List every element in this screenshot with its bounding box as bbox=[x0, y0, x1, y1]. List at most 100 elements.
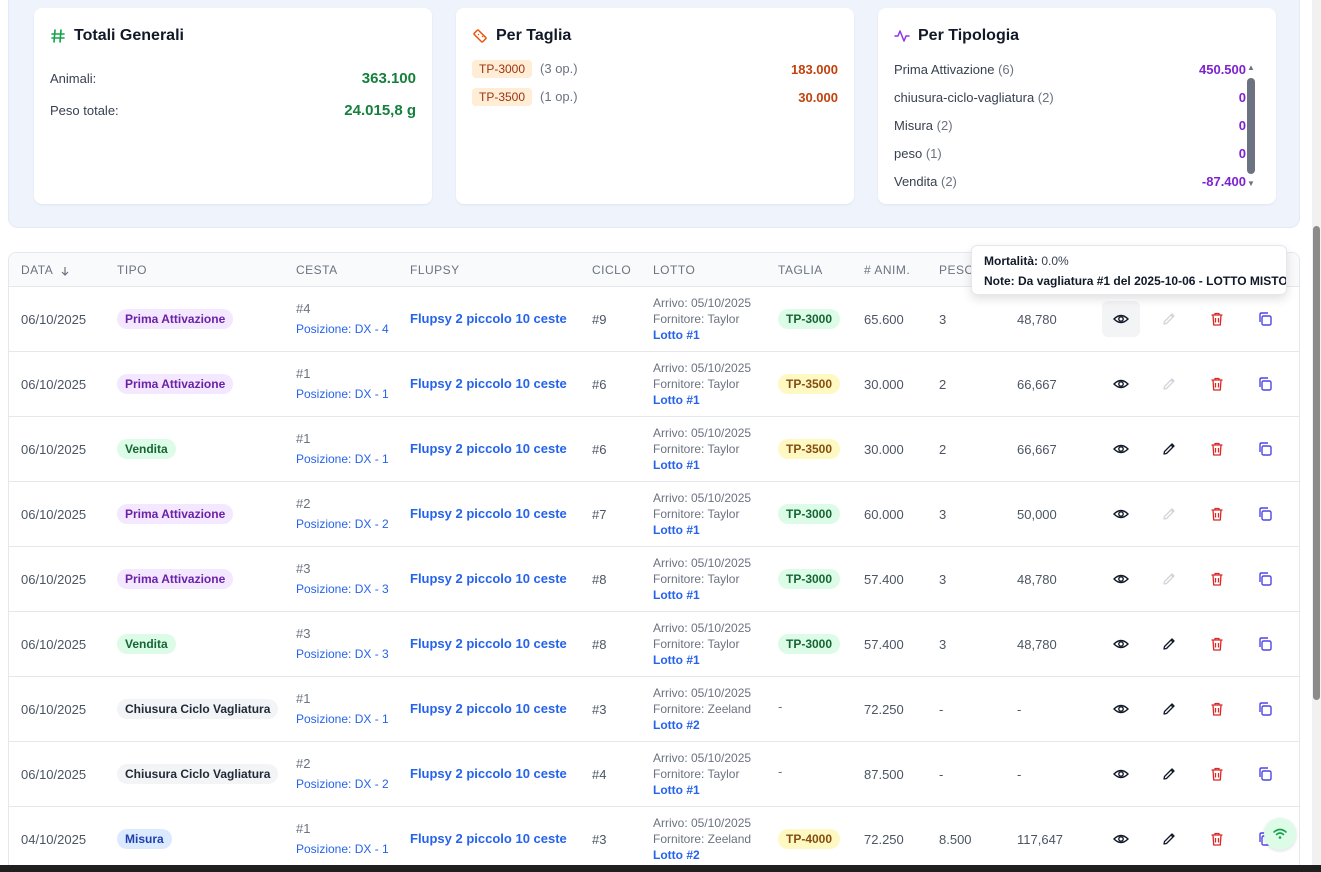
lot-link[interactable]: Lotto #2 bbox=[653, 717, 751, 733]
copy-icon[interactable] bbox=[1246, 691, 1284, 727]
copy-icon[interactable] bbox=[1246, 561, 1284, 597]
table-row[interactable]: 06/10/2025 Prima Attivazione #1 Posizione: … bbox=[9, 352, 1299, 417]
flupsy-link[interactable]: Flupsy 2 piccolo 10 ceste bbox=[410, 506, 567, 521]
by-size-card-title: Per Taglia bbox=[472, 27, 571, 45]
eye-icon[interactable] bbox=[1102, 366, 1140, 402]
copy-icon[interactable] bbox=[1246, 431, 1284, 467]
flupsy-link[interactable]: Flupsy 2 piccolo 10 ceste bbox=[410, 311, 567, 326]
lot-link[interactable]: Lotto #1 bbox=[653, 327, 751, 343]
lot-link[interactable]: Lotto #1 bbox=[653, 587, 751, 603]
basket-position[interactable]: Posizione: DX - 1 bbox=[296, 387, 389, 401]
eye-icon[interactable] bbox=[1102, 756, 1140, 792]
lot-link[interactable]: Lotto #1 bbox=[653, 782, 751, 798]
trash-icon[interactable] bbox=[1198, 821, 1236, 857]
pencil-icon[interactable] bbox=[1150, 821, 1188, 857]
flupsy-link[interactable]: Flupsy 2 piccolo 10 ceste bbox=[410, 636, 567, 651]
table-row[interactable]: 06/10/2025 Prima Attivazione #3 Posizione: … bbox=[9, 547, 1299, 612]
trash-icon[interactable] bbox=[1198, 691, 1236, 727]
flupsy-link[interactable]: Flupsy 2 piccolo 10 ceste bbox=[410, 441, 567, 456]
column-header-date[interactable]: DATA bbox=[21, 253, 70, 287]
basket-position[interactable]: Posizione: DX - 2 bbox=[296, 517, 389, 531]
row-tooltip: Mortalità: 0.0% Note: Da vagliatura #1 d… bbox=[971, 245, 1287, 295]
table-row[interactable]: 06/10/2025 Prima Attivazione #2 Posizione: … bbox=[9, 482, 1299, 547]
eye-icon[interactable] bbox=[1102, 301, 1140, 337]
page-scrollbar-thumb[interactable] bbox=[1313, 226, 1320, 700]
size-cell: TP-3000 bbox=[778, 504, 841, 524]
basket-position[interactable]: Posizione: DX - 1 bbox=[296, 712, 389, 726]
type-name: Prima Attivazione bbox=[894, 62, 995, 77]
scroll-up-icon[interactable]: ▲ bbox=[1246, 64, 1256, 72]
animals-cell: 57.400 bbox=[864, 572, 904, 587]
table-row[interactable]: 06/10/2025 Chiusura Ciclo Vagliatura #1 Pos… bbox=[9, 677, 1299, 742]
trash-icon[interactable] bbox=[1198, 366, 1236, 402]
basket-position[interactable]: Posizione: DX - 1 bbox=[296, 452, 389, 466]
pencil-icon[interactable] bbox=[1150, 431, 1188, 467]
trash-icon[interactable] bbox=[1198, 561, 1236, 597]
copy-icon[interactable] bbox=[1246, 301, 1284, 337]
size-value: 183.000 bbox=[791, 61, 838, 77]
by-type-card-title: Per Tipologia bbox=[894, 27, 1019, 45]
weight-cell: - bbox=[939, 767, 944, 782]
table-row[interactable]: 06/10/2025 Chiusura Ciclo Vagliatura #2 Pos… bbox=[9, 742, 1299, 807]
lot-cell: Arrivo: 05/10/2025 Fornitore: Taylor Lotto… bbox=[653, 620, 751, 668]
lot-link[interactable]: Lotto #1 bbox=[653, 522, 751, 538]
flupsy-link[interactable]: Flupsy 2 piccolo 10 ceste bbox=[410, 766, 567, 781]
column-header-lot[interactable]: LOTTO bbox=[653, 253, 695, 287]
column-header-flupsy[interactable]: FLUPSY bbox=[410, 253, 460, 287]
basket-position[interactable]: Posizione: DX - 3 bbox=[296, 647, 389, 661]
table-row[interactable]: 04/10/2025 Misura #1 Posizione: DX - 1 Flups… bbox=[9, 807, 1299, 871]
scrollbar-thumb[interactable] bbox=[1247, 78, 1255, 174]
flupsy-link[interactable]: Flupsy 2 piccolo 10 ceste bbox=[410, 831, 567, 846]
type-count: (6) bbox=[998, 62, 1014, 77]
column-header-size[interactable]: TAGLIA bbox=[778, 253, 823, 287]
sort-down-icon[interactable] bbox=[60, 266, 70, 276]
type-badge: Chiusura Ciclo Vagliatura bbox=[117, 699, 279, 719]
eye-icon[interactable] bbox=[1102, 561, 1140, 597]
flupsy-link[interactable]: Flupsy 2 piccolo 10 ceste bbox=[410, 701, 567, 716]
lot-link[interactable]: Lotto #1 bbox=[653, 652, 751, 668]
column-header-weight[interactable]: PESO bbox=[939, 253, 974, 287]
trash-icon[interactable] bbox=[1198, 301, 1236, 337]
eye-icon[interactable] bbox=[1102, 691, 1140, 727]
lot-link[interactable]: Lotto #1 bbox=[653, 457, 751, 473]
wifi-icon[interactable] bbox=[1264, 818, 1296, 850]
lot-link[interactable]: Lotto #2 bbox=[653, 847, 751, 863]
trash-icon[interactable] bbox=[1198, 496, 1236, 532]
trash-icon[interactable] bbox=[1198, 431, 1236, 467]
basket-cell: #1 Posizione: DX - 1 bbox=[296, 691, 389, 726]
copy-icon[interactable] bbox=[1246, 496, 1284, 532]
table-row[interactable]: 06/10/2025 Vendita #1 Posizione: DX - 1 Flup… bbox=[9, 417, 1299, 482]
ratio-cell: - bbox=[1017, 702, 1022, 717]
page-scrollbar[interactable] bbox=[1312, 0, 1321, 872]
column-header-type[interactable]: TIPO bbox=[117, 253, 147, 287]
table-row[interactable]: 06/10/2025 Prima Attivazione #4 Posizione: … bbox=[9, 287, 1299, 352]
weight-cell: 3 bbox=[939, 637, 947, 652]
type-list-scrollbar[interactable]: ▲ ▼ bbox=[1246, 64, 1256, 188]
eye-icon[interactable] bbox=[1102, 496, 1140, 532]
lot-link[interactable]: Lotto #1 bbox=[653, 392, 751, 408]
basket-position[interactable]: Posizione: DX - 1 bbox=[296, 842, 389, 856]
trash-icon[interactable] bbox=[1198, 626, 1236, 662]
copy-icon[interactable] bbox=[1246, 626, 1284, 662]
pencil-icon[interactable] bbox=[1150, 756, 1188, 792]
basket-position[interactable]: Posizione: DX - 2 bbox=[296, 777, 389, 791]
eye-icon[interactable] bbox=[1102, 821, 1140, 857]
copy-icon[interactable] bbox=[1246, 756, 1284, 792]
table-row[interactable]: 06/10/2025 Vendita #3 Posizione: DX - 3 Flup… bbox=[9, 612, 1299, 677]
scroll-down-icon[interactable]: ▼ bbox=[1246, 180, 1256, 188]
type-badge: Chiusura Ciclo Vagliatura bbox=[117, 764, 279, 784]
trash-icon[interactable] bbox=[1198, 756, 1236, 792]
column-header-cycle[interactable]: CICLO bbox=[592, 253, 631, 287]
animals-cell: 60.000 bbox=[864, 507, 904, 522]
copy-icon[interactable] bbox=[1246, 366, 1284, 402]
pencil-icon[interactable] bbox=[1150, 691, 1188, 727]
basket-position[interactable]: Posizione: DX - 3 bbox=[296, 582, 389, 596]
flupsy-link[interactable]: Flupsy 2 piccolo 10 ceste bbox=[410, 376, 567, 391]
column-header-basket[interactable]: CESTA bbox=[296, 253, 338, 287]
column-header-animals[interactable]: # ANIM. bbox=[864, 253, 910, 287]
eye-icon[interactable] bbox=[1102, 431, 1140, 467]
eye-icon[interactable] bbox=[1102, 626, 1140, 662]
pencil-icon[interactable] bbox=[1150, 626, 1188, 662]
flupsy-link[interactable]: Flupsy 2 piccolo 10 ceste bbox=[410, 571, 567, 586]
basket-position[interactable]: Posizione: DX - 4 bbox=[296, 322, 389, 336]
